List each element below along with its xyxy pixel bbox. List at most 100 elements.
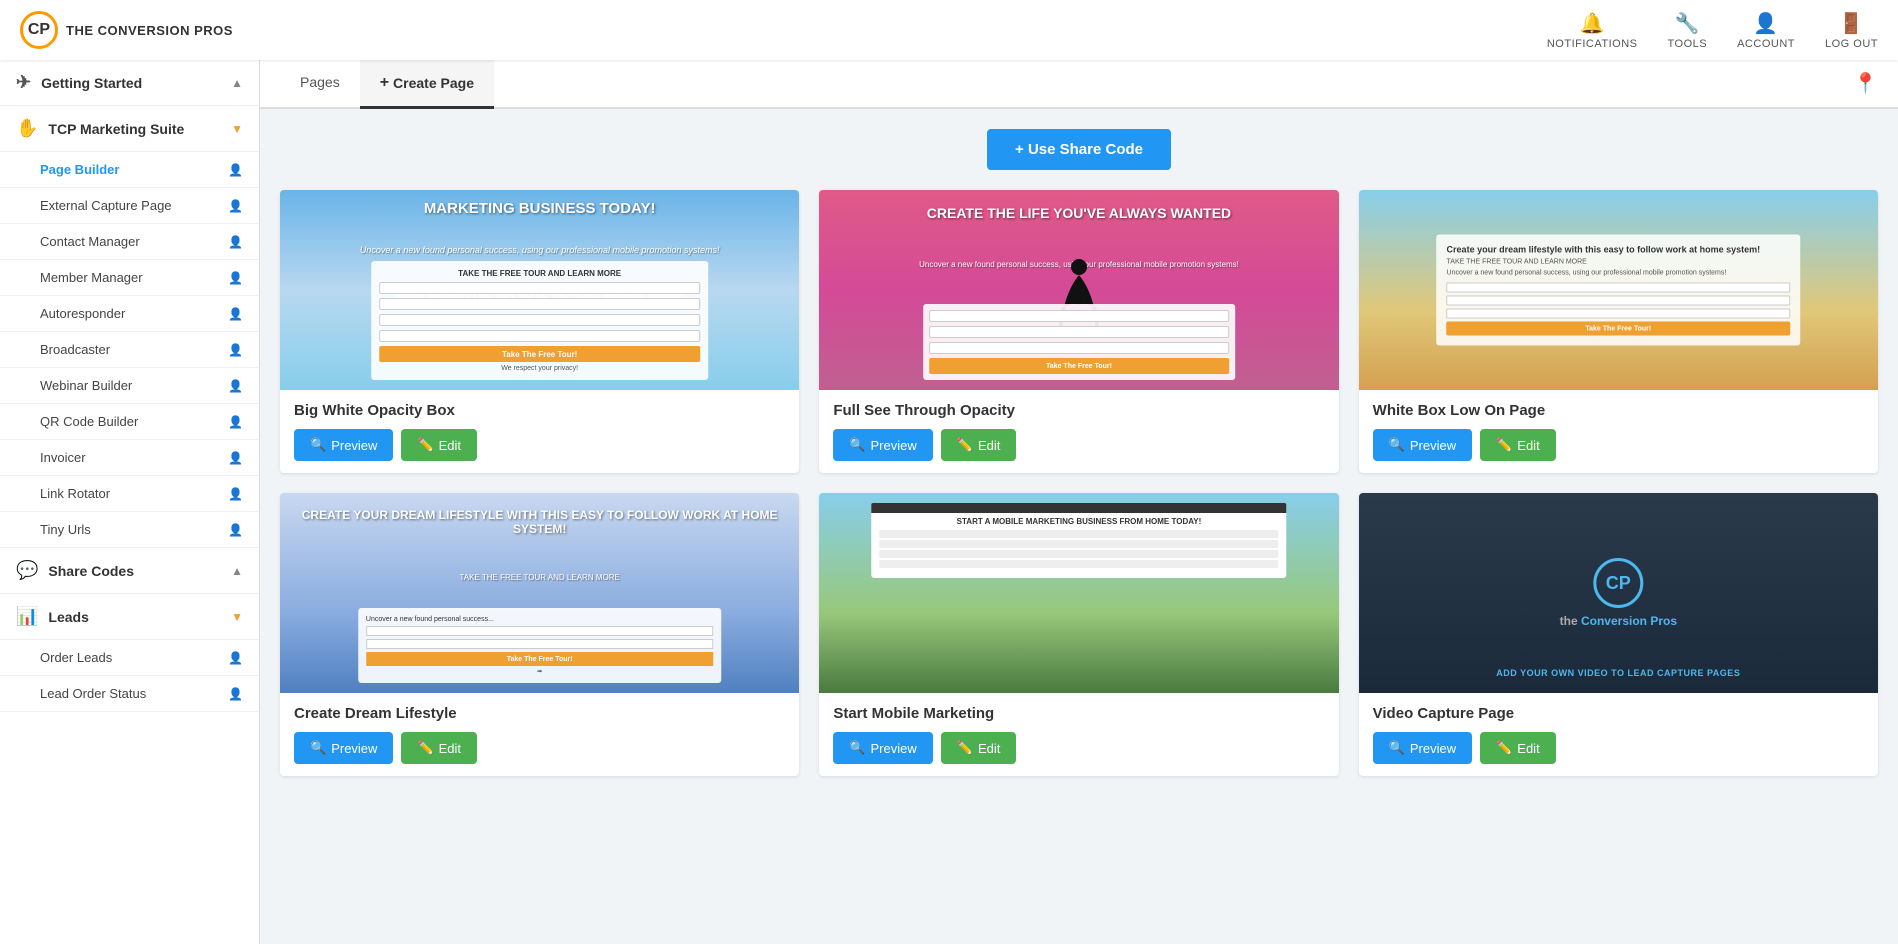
account-label: ACCOUNT (1737, 38, 1795, 50)
lead-order-status-label: Lead Order Status (40, 686, 146, 701)
sidebar-section-leads[interactable]: 📊 Leads ▼ (0, 594, 259, 640)
page-card-image-1: MARKETING BUSINESS TODAY! Uncover a new … (280, 190, 799, 390)
page-card-info-4: Create Dream Lifestyle 🔍 Preview ✏️ Edit (280, 693, 799, 776)
pages-grid: MARKETING BUSINESS TODAY! Uncover a new … (280, 190, 1878, 776)
link-rotator-label: Link Rotator (40, 486, 110, 501)
invoicer-icon: 👤 (228, 451, 243, 465)
sidebar-item-page-builder[interactable]: Page Builder 👤 (0, 152, 259, 188)
form-field-1d (379, 330, 701, 342)
airplane-icon: ✈ (16, 72, 31, 93)
mockup-form-2: Take The Free Tour! (923, 304, 1235, 380)
share-codes-arrow: ▲ (231, 564, 243, 578)
sidebar-item-link-rotator[interactable]: Link Rotator 👤 (0, 476, 259, 512)
preview-button-6[interactable]: 🔍 Preview (1373, 732, 1472, 764)
edit-button-1[interactable]: ✏️ Edit (401, 429, 477, 461)
mockup-sub-4: TAKE THE FREE TOUR AND LEARN MORE (280, 573, 799, 582)
sidebar-item-member-manager[interactable]: Member Manager 👤 (0, 260, 259, 296)
broadcaster-icon: 👤 (228, 343, 243, 357)
page-card-info-6: Video Capture Page 🔍 Preview ✏️ Edit (1359, 693, 1878, 776)
sidebar-item-order-leads[interactable]: Order Leads 👤 (0, 640, 259, 676)
sidebar-item-contact-manager[interactable]: Contact Manager 👤 (0, 224, 259, 260)
logout-icon: 🚪 (1839, 11, 1864, 36)
lead-order-status-icon: 👤 (228, 687, 243, 701)
use-share-code-button[interactable]: + Use Share Code (987, 129, 1171, 170)
share-codes-icon: 💬 (16, 560, 38, 581)
page-card-info-1: Big White Opacity Box 🔍 Preview ✏️ Edit (280, 390, 799, 473)
add-video-text: ADD YOUR OWN VIDEO TO LEAD CAPTURE PAGES (1359, 668, 1878, 678)
share-codes-label: Share Codes (48, 563, 134, 579)
sidebar-item-autoresponder[interactable]: Autoresponder 👤 (0, 296, 259, 332)
sidebar-item-webinar-builder[interactable]: Webinar Builder 👤 (0, 368, 259, 404)
preview-button-4[interactable]: 🔍 Preview (294, 732, 393, 764)
page-card-actions-5: 🔍 Preview ✏️ Edit (833, 732, 1324, 764)
mockup-form-4: Uncover a new found personal success... … (358, 608, 722, 683)
tabs-bar: Pages + Create Page 📍 (260, 60, 1898, 109)
sidebar-item-external-capture[interactable]: External Capture Page 👤 (0, 188, 259, 224)
sidebar-item-qr-code-builder[interactable]: QR Code Builder 👤 (0, 404, 259, 440)
sidebar-section-getting-started[interactable]: ✈ Getting Started ▲ (0, 60, 259, 106)
leads-label: Leads (48, 609, 88, 625)
sidebar-section-tcp[interactable]: ✋ TCP Marketing Suite ▼ (0, 106, 259, 152)
privacy-text-1: We respect your privacy! (379, 365, 701, 372)
mockup-headline-4: CREATE YOUR DREAM LIFESTYLE WITH THIS EA… (280, 508, 799, 536)
edit-button-4[interactable]: ✏️ Edit (401, 732, 477, 764)
member-manager-label: Member Manager (40, 270, 143, 285)
sidebar-item-lead-order-status[interactable]: Lead Order Status 👤 (0, 676, 259, 712)
tab-create-page[interactable]: + Create Page (360, 60, 494, 109)
preview-button-3[interactable]: 🔍 Preview (1373, 429, 1472, 461)
form-btn-2: Take The Free Tour! (929, 358, 1229, 374)
tab-pages[interactable]: Pages (280, 60, 360, 109)
sidebar-section-share-codes[interactable]: 💬 Share Codes ▲ (0, 548, 259, 594)
topnav-right: 🔔 NOTIFICATIONS 🔧 TOOLS 👤 ACCOUNT 🚪 LOG … (1547, 11, 1878, 50)
tcp-arrow: ▼ (231, 122, 243, 136)
page-card-actions-2: 🔍 Preview ✏️ Edit (833, 429, 1324, 461)
page-card-actions-6: 🔍 Preview ✏️ Edit (1373, 732, 1864, 764)
mockup-headline-1: MARKETING BUSINESS TODAY! (280, 200, 799, 217)
page-card-image-5: START A MOBILE MARKETING BUSINESS FROM H… (819, 493, 1338, 693)
form-field-2b (929, 326, 1229, 338)
mockup-form-1: TAKE THE FREE TOUR AND LEARN MORE Take T… (371, 261, 709, 380)
edit-button-5[interactable]: ✏️ Edit (941, 732, 1017, 764)
page-card-actions-1: 🔍 Preview ✏️ Edit (294, 429, 785, 461)
page-card-title-1: Big White Opacity Box (294, 402, 785, 419)
location-icon[interactable]: 📍 (1853, 71, 1878, 96)
preview-button-2[interactable]: 🔍 Preview (833, 429, 932, 461)
edit-button-6[interactable]: ✏️ Edit (1480, 732, 1556, 764)
tools-label: TOOLS (1668, 38, 1708, 50)
main-content: Pages + Create Page 📍 + Use Share Code (260, 60, 1898, 944)
logout-button[interactable]: 🚪 LOG OUT (1825, 11, 1878, 50)
tools-button[interactable]: 🔧 TOOLS (1668, 11, 1708, 50)
tiny-urls-label: Tiny Urls (40, 522, 91, 537)
invoicer-label: Invoicer (40, 450, 86, 465)
getting-started-arrow: ▲ (231, 76, 243, 90)
logo-text: THE CONVERSION PROS (66, 23, 233, 38)
tabs-right: 📍 (1853, 71, 1878, 96)
logout-label: LOG OUT (1825, 38, 1878, 50)
tcp-label: TCP Marketing Suite (48, 121, 184, 137)
share-code-container: + Use Share Code (280, 129, 1878, 170)
sidebar: ✈ Getting Started ▲ ✋ TCP Marketing Suit… (0, 60, 260, 944)
mockup-window-5: START A MOBILE MARKETING BUSINESS FROM H… (871, 503, 1286, 578)
create-page-tab-label: Create Page (393, 75, 474, 91)
sidebar-item-invoicer[interactable]: Invoicer 👤 (0, 440, 259, 476)
sidebar-item-tiny-urls[interactable]: Tiny Urls 👤 (0, 512, 259, 548)
edit-button-3[interactable]: ✏️ Edit (1480, 429, 1556, 461)
account-icon: 👤 (1753, 11, 1778, 36)
page-card-title-4: Create Dream Lifestyle (294, 705, 785, 722)
webinar-icon: 👤 (228, 379, 243, 393)
preview-button-5[interactable]: 🔍 Preview (833, 732, 932, 764)
preview-button-1[interactable]: 🔍 Preview (294, 429, 393, 461)
notifications-button[interactable]: 🔔 NOTIFICATIONS (1547, 11, 1638, 50)
bell-icon: 🔔 (1579, 11, 1604, 36)
logo: CP THE CONVERSION PROS (20, 11, 233, 49)
edit-button-2[interactable]: ✏️ Edit (941, 429, 1017, 461)
leads-arrow: ▼ (231, 610, 243, 624)
sidebar-item-broadcaster[interactable]: Broadcaster 👤 (0, 332, 259, 368)
leads-icon: 📊 (16, 606, 38, 627)
page-card-image-6: CP the Conversion Pros ADD YOUR OWN VIDE… (1359, 493, 1878, 693)
external-capture-label: External Capture Page (40, 198, 172, 213)
contact-manager-label: Contact Manager (40, 234, 140, 249)
external-icon: 👤 (228, 199, 243, 213)
getting-started-label: Getting Started (41, 75, 142, 91)
account-button[interactable]: 👤 ACCOUNT (1737, 11, 1795, 50)
